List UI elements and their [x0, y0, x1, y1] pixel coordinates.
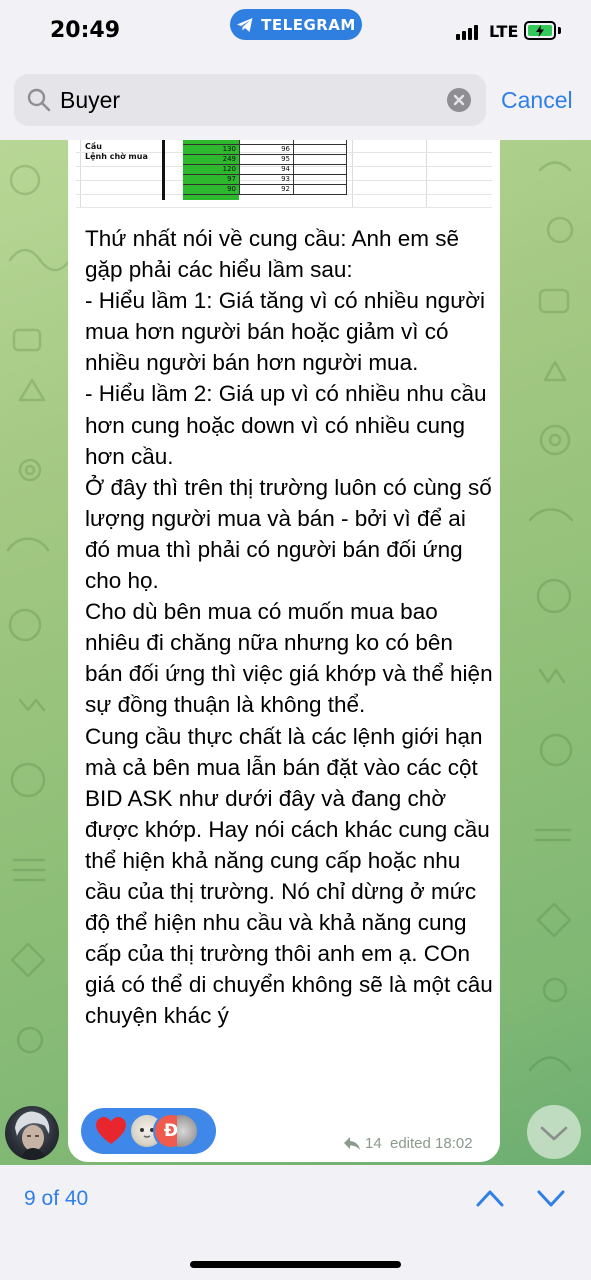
status-time: 20:49	[50, 18, 121, 43]
sheet-row: 97 93	[183, 175, 347, 185]
search-result-counter: 9 of 40	[24, 1187, 89, 1210]
heart-reaction-icon	[96, 1117, 126, 1144]
search-icon	[27, 88, 51, 112]
scroll-to-bottom-button[interactable]	[527, 1105, 581, 1159]
telegram-return-pill[interactable]: TELEGRAM	[230, 9, 362, 40]
search-header: Buyer Cancel	[0, 60, 591, 140]
sender-avatar[interactable]	[5, 1106, 59, 1160]
previous-result-chevron-up-icon[interactable]	[475, 1187, 505, 1209]
battery-tip	[558, 27, 561, 34]
telegram-pill-label: TELEGRAM	[261, 15, 356, 34]
clear-search-icon[interactable]	[447, 88, 471, 112]
cellular-signal-icon	[456, 24, 482, 40]
sheet-row: 249 95	[183, 155, 347, 165]
message-text: Thứ nhất nói về cung cầu: Anh em sẽ gặp …	[85, 226, 493, 1029]
reactor-avatar-letter-text: Đ	[163, 1121, 179, 1141]
sheet-label-cau: Cầu	[85, 142, 102, 151]
sheet-divider	[162, 140, 165, 200]
battery-icon	[524, 21, 556, 40]
sheet-label-lenh-cho-mua: Lệnh chờ mua	[85, 152, 148, 161]
edited-timestamp: edited 18:02	[390, 1135, 473, 1152]
cancel-button[interactable]: Cancel	[501, 87, 573, 114]
message-bubble[interactable]: Cầu Lệnh chờ mua 130 96 249 95 120 94 97 93	[68, 140, 500, 1162]
message-meta: 14 edited 18:02	[343, 1134, 488, 1156]
sheet-row: 130 96	[183, 145, 347, 155]
sheet-row: 90 92	[183, 185, 347, 195]
reactions-pill[interactable]: Đ	[81, 1108, 216, 1154]
reply-arrow-icon	[344, 1137, 360, 1150]
network-type: LTE	[489, 22, 519, 41]
next-result-chevron-down-icon[interactable]	[536, 1187, 566, 1209]
telegram-icon	[237, 17, 253, 32]
reactor-avatar-coin	[177, 1113, 199, 1149]
search-field[interactable]: Buyer	[14, 74, 486, 126]
search-results-bar: 9 of 40	[0, 1165, 591, 1280]
chat-area[interactable]: Cầu Lệnh chờ mua 130 96 249 95 120 94 97 93	[0, 140, 591, 1165]
search-input[interactable]: Buyer	[60, 87, 120, 114]
spreadsheet-image[interactable]: Cầu Lệnh chờ mua 130 96 249 95 120 94 97 93	[76, 140, 492, 208]
chevron-down-icon	[540, 1126, 568, 1141]
home-indicator	[190, 1261, 401, 1268]
sheet-row: 120 94	[183, 165, 347, 175]
reply-count[interactable]: 14	[365, 1135, 382, 1152]
status-bar: 20:49 TELEGRAM LTE	[0, 0, 591, 60]
